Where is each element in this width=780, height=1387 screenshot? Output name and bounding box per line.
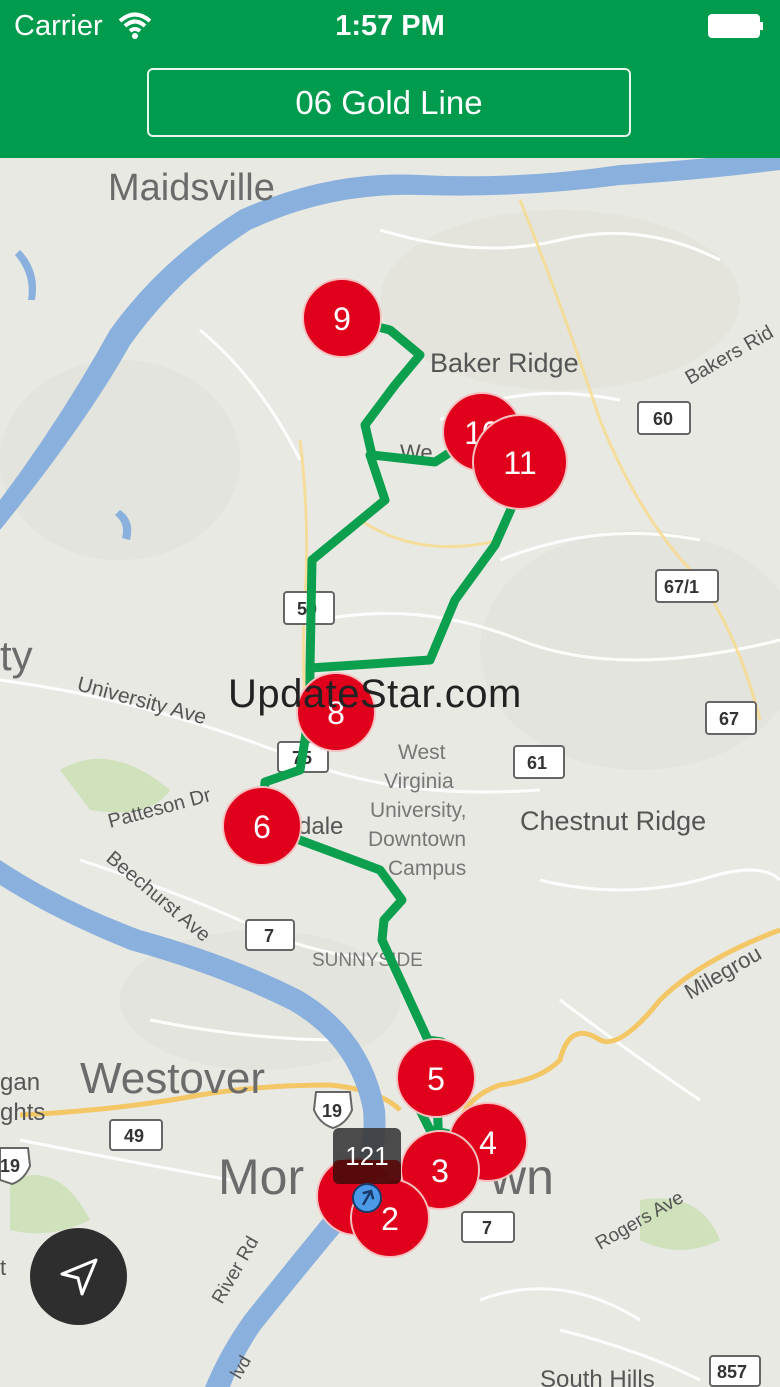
shield-7-a: 7 [264,926,274,946]
shield-67: 67 [719,709,739,729]
shield-19-left: 19 [0,1156,20,1176]
label-city-fragment: ty [0,632,33,679]
label-wvu-1: West [398,741,446,764]
label-wvu-3: University, [370,799,466,822]
stop-number: 2 [381,1201,399,1237]
shield-49: 49 [124,1126,144,1146]
stop-marker-6[interactable]: 6 [222,786,302,866]
label-baker-ridge: Baker Ridge [430,348,579,378]
route-selector-button[interactable]: 06 Gold Line [147,68,631,137]
label-westover: Westover [80,1054,265,1103]
location-arrow-icon [60,1258,97,1295]
label-morgantown-a: Mor [218,1149,304,1205]
label-wvu-4: Downtown [368,828,466,851]
map-view[interactable]: Maidsville Baker Ridge Bakers Rid We ty … [0,158,780,1387]
label-wvu-2: Virginia [384,770,454,793]
label-t: t [0,1255,6,1280]
stop-number: 3 [431,1153,449,1189]
label-maidsville: Maidsville [108,167,275,209]
status-bar: Carrier 1:57 PM [0,0,780,52]
app-screen: Carrier 1:57 PM 06 Gold Line Maidsville … [0,0,780,1387]
label-gan: gan [0,1069,40,1096]
vehicle-number: 121 [345,1141,388,1171]
stop-number: 9 [333,301,351,337]
stop-number: 6 [253,809,271,845]
shield-857: 857 [717,1362,747,1382]
label-chestnut-ridge: Chestnut Ridge [520,806,706,836]
shield-7-b: 7 [482,1218,492,1238]
clock: 1:57 PM [335,10,445,42]
stop-marker-5[interactable]: 5 [396,1038,476,1118]
label-south-hills: South Hills [540,1366,655,1387]
shield-67-1: 67/1 [664,577,699,597]
locate-me-button[interactable] [30,1228,127,1325]
label-sunnyside: SUNNYSIDE [312,950,423,971]
shield-60: 60 [653,409,673,429]
stop-number: 4 [479,1125,497,1161]
app-header: Carrier 1:57 PM 06 Gold Line [0,0,780,158]
stop-number: 5 [427,1061,445,1097]
battery-icon [708,14,763,38]
stop-marker-9[interactable]: 9 [302,278,382,358]
stop-number: 11 [503,445,536,481]
shield-19: 19 [322,1101,342,1121]
shield-61: 61 [527,753,547,773]
label-dale: dale [298,813,343,840]
label-hts: ghts [0,1099,45,1126]
label-wvu-5: Campus [388,857,466,880]
map-canvas[interactable]: Maidsville Baker Ridge Bakers Rid We ty … [0,158,780,1387]
stop-marker-11[interactable]: 11 [472,414,568,510]
watermark: UpdateStar.com [228,672,522,716]
